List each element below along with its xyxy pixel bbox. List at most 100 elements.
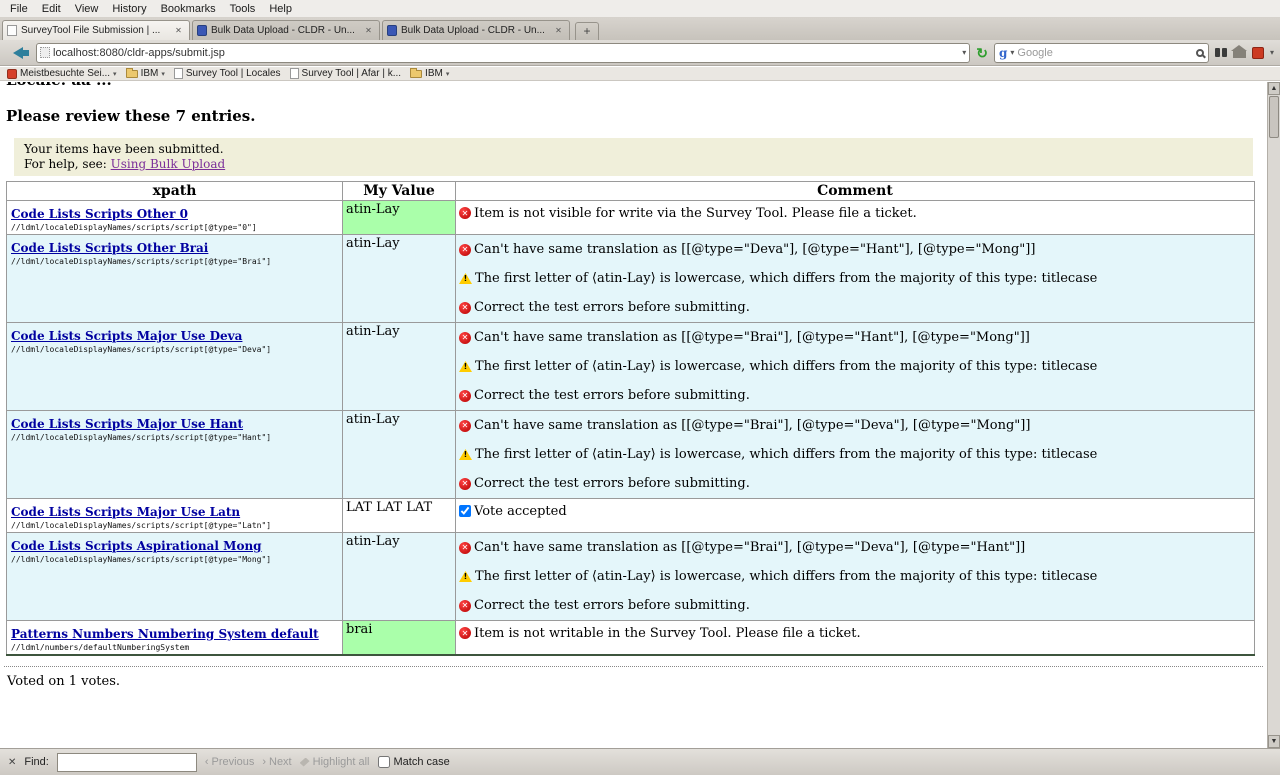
menu-file[interactable]: File: [3, 1, 35, 17]
bookmark-label: Survey Tool | Locales: [186, 68, 281, 79]
comment-text: Item is not visible for write via the Su…: [474, 206, 917, 221]
warning-icon: [459, 571, 472, 582]
back-button[interactable]: [6, 43, 30, 63]
error-icon: [459, 542, 471, 554]
bookmark-survey-tool-afar[interactable]: Survey Tool | Afar | k...: [287, 68, 408, 79]
my-value-cell: atin-Lay: [343, 323, 456, 411]
bookmark-label: Meistbesuchte Sei...: [20, 68, 110, 79]
using-bulk-upload-link[interactable]: Using Bulk Upload: [111, 157, 226, 171]
xpath-link[interactable]: Code Lists Scripts Major Use Latn: [11, 505, 240, 519]
xpath-link[interactable]: Code Lists Scripts Major Use Deva: [11, 329, 242, 343]
votes-summary: Voted on 1 votes.: [7, 674, 1267, 689]
cldr-favicon: [387, 25, 397, 36]
clipped-heading: Locale: aa ...: [6, 82, 1267, 92]
tab-bulk-data-upload-1[interactable]: Bulk Data Upload - CLDR - Un...: [192, 20, 380, 40]
comment-text: The first letter of ⟨atin-Lay⟩ is lowerc…: [475, 569, 1097, 584]
header-xpath: xpath: [7, 182, 343, 201]
button-label: Highlight all: [313, 756, 370, 768]
tab-close-icon[interactable]: [172, 24, 185, 37]
menu-tools[interactable]: Tools: [223, 1, 263, 17]
search-go-icon[interactable]: [1196, 49, 1204, 57]
menu-view[interactable]: View: [68, 1, 106, 17]
menu-history[interactable]: History: [105, 1, 153, 17]
comment-line: The first letter of ⟨atin-Lay⟩ is lowerc…: [459, 440, 1251, 469]
reload-button[interactable]: [976, 46, 988, 60]
find-label: Find:: [24, 756, 48, 768]
location-bar[interactable]: [36, 43, 970, 63]
bookmark-folder-ibm-1[interactable]: IBM: [123, 68, 171, 79]
chevron-left-icon: [205, 756, 209, 768]
comment-text: The first letter of ⟨atin-Lay⟩ is lowerc…: [475, 359, 1097, 374]
tab-title: Bulk Data Upload - CLDR - Un...: [401, 25, 548, 36]
match-case-checkbox[interactable]: [378, 756, 390, 768]
menu-bookmarks[interactable]: Bookmarks: [154, 1, 223, 17]
xpath-path: //ldml/localeDisplayNames/scripts/script…: [11, 521, 338, 530]
url-history-dropdown-icon[interactable]: [962, 48, 966, 57]
xpath-path: //ldml/localeDisplayNames/scripts/script…: [11, 257, 338, 266]
vote-accepted-checkbox[interactable]: [459, 505, 471, 517]
tab-bar: SurveyTool File Submission | ... Bulk Da…: [0, 18, 1280, 40]
navigation-toolbar: [0, 40, 1280, 66]
comment-line: Correct the test errors before submittin…: [459, 293, 1251, 322]
search-input[interactable]: [1017, 47, 1193, 59]
xpath-path: //ldml/localeDisplayNames/scripts/script…: [11, 555, 338, 564]
google-icon: [999, 46, 1007, 60]
tab-close-icon[interactable]: [552, 24, 565, 37]
new-tab-button[interactable]: [575, 22, 599, 40]
tab-close-icon[interactable]: [362, 24, 375, 37]
warning-icon: [459, 273, 472, 284]
bookmark-most-visited[interactable]: Meistbesuchte Sei...: [4, 68, 123, 79]
comment-line: Correct the test errors before submittin…: [459, 381, 1251, 410]
site-favicon: [40, 47, 50, 58]
xpath-link[interactable]: Code Lists Scripts Aspirational Mong: [11, 539, 262, 553]
cldr-favicon: [197, 25, 207, 36]
comment-text: Correct the test errors before submittin…: [474, 300, 750, 315]
vertical-scrollbar[interactable]: [1267, 82, 1280, 748]
comment-text: Can't have same translation as [[@type="…: [474, 418, 1030, 433]
bookmarks-toolbar: Meistbesuchte Sei... IBM Survey Tool | L…: [0, 67, 1280, 81]
xpath-link[interactable]: Code Lists Scripts Other 0: [11, 207, 188, 221]
find-previous-button[interactable]: Previous: [205, 756, 254, 768]
comment-line: Can't have same translation as [[@type="…: [459, 323, 1251, 352]
menu-help[interactable]: Help: [262, 1, 299, 17]
notice-line1: Your items have been submitted.: [24, 142, 1243, 157]
bookmark-folder-ibm-2[interactable]: IBM: [407, 68, 455, 79]
tab-surveytool-file-submission[interactable]: SurveyTool File Submission | ...: [2, 20, 190, 40]
error-icon: [459, 420, 471, 432]
search-bar[interactable]: [994, 43, 1209, 63]
search-engine-dropdown-icon[interactable]: [1010, 48, 1014, 57]
submission-notice: Your items have been submitted. For help…: [14, 138, 1253, 176]
menu-edit[interactable]: Edit: [35, 1, 68, 17]
scroll-up-icon[interactable]: [1268, 82, 1280, 95]
comment-text: Can't have same translation as [[@type="…: [474, 242, 1035, 257]
review-table: xpath My Value Comment Code Lists Script…: [6, 181, 1255, 656]
find-input[interactable]: [57, 753, 197, 772]
url-input[interactable]: [53, 47, 959, 59]
scrollbar-thumb[interactable]: [1269, 96, 1279, 138]
binoculars-icon[interactable]: [1215, 48, 1220, 57]
toolbar-overflow-chevron-icon[interactable]: [1270, 48, 1274, 57]
table-header-row: xpath My Value Comment: [7, 182, 1255, 201]
tab-bulk-data-upload-2[interactable]: Bulk Data Upload - CLDR - Un...: [382, 20, 570, 40]
document-favicon: [7, 25, 17, 36]
xpath-link[interactable]: Patterns Numbers Numbering System defaul…: [11, 627, 319, 641]
page-icon: [290, 68, 299, 79]
extension-icon[interactable]: [1252, 47, 1264, 59]
folder-icon: [410, 70, 422, 78]
find-next-button[interactable]: Next: [262, 756, 291, 768]
xpath-link[interactable]: Code Lists Scripts Other Brai: [11, 241, 208, 255]
xpath-link[interactable]: Code Lists Scripts Major Use Hant: [11, 417, 243, 431]
table-row: Code Lists Scripts Other Brai //ldml/loc…: [7, 235, 1255, 323]
scroll-down-icon[interactable]: [1268, 735, 1280, 748]
comment-line: The first letter of ⟨atin-Lay⟩ is lowerc…: [459, 264, 1251, 293]
error-icon: [459, 207, 471, 219]
match-case-option[interactable]: Match case: [378, 756, 450, 768]
comment-text: Vote accepted: [474, 504, 567, 519]
highlight-all-button[interactable]: Highlight all: [300, 756, 370, 768]
bookmark-survey-tool-locales[interactable]: Survey Tool | Locales: [171, 68, 287, 79]
chevron-down-icon: [161, 70, 165, 78]
comment-line: Can't have same translation as [[@type="…: [459, 235, 1251, 264]
comment-text: Correct the test errors before submittin…: [474, 476, 750, 491]
close-icon[interactable]: [8, 757, 16, 768]
home-button[interactable]: [1233, 51, 1246, 58]
